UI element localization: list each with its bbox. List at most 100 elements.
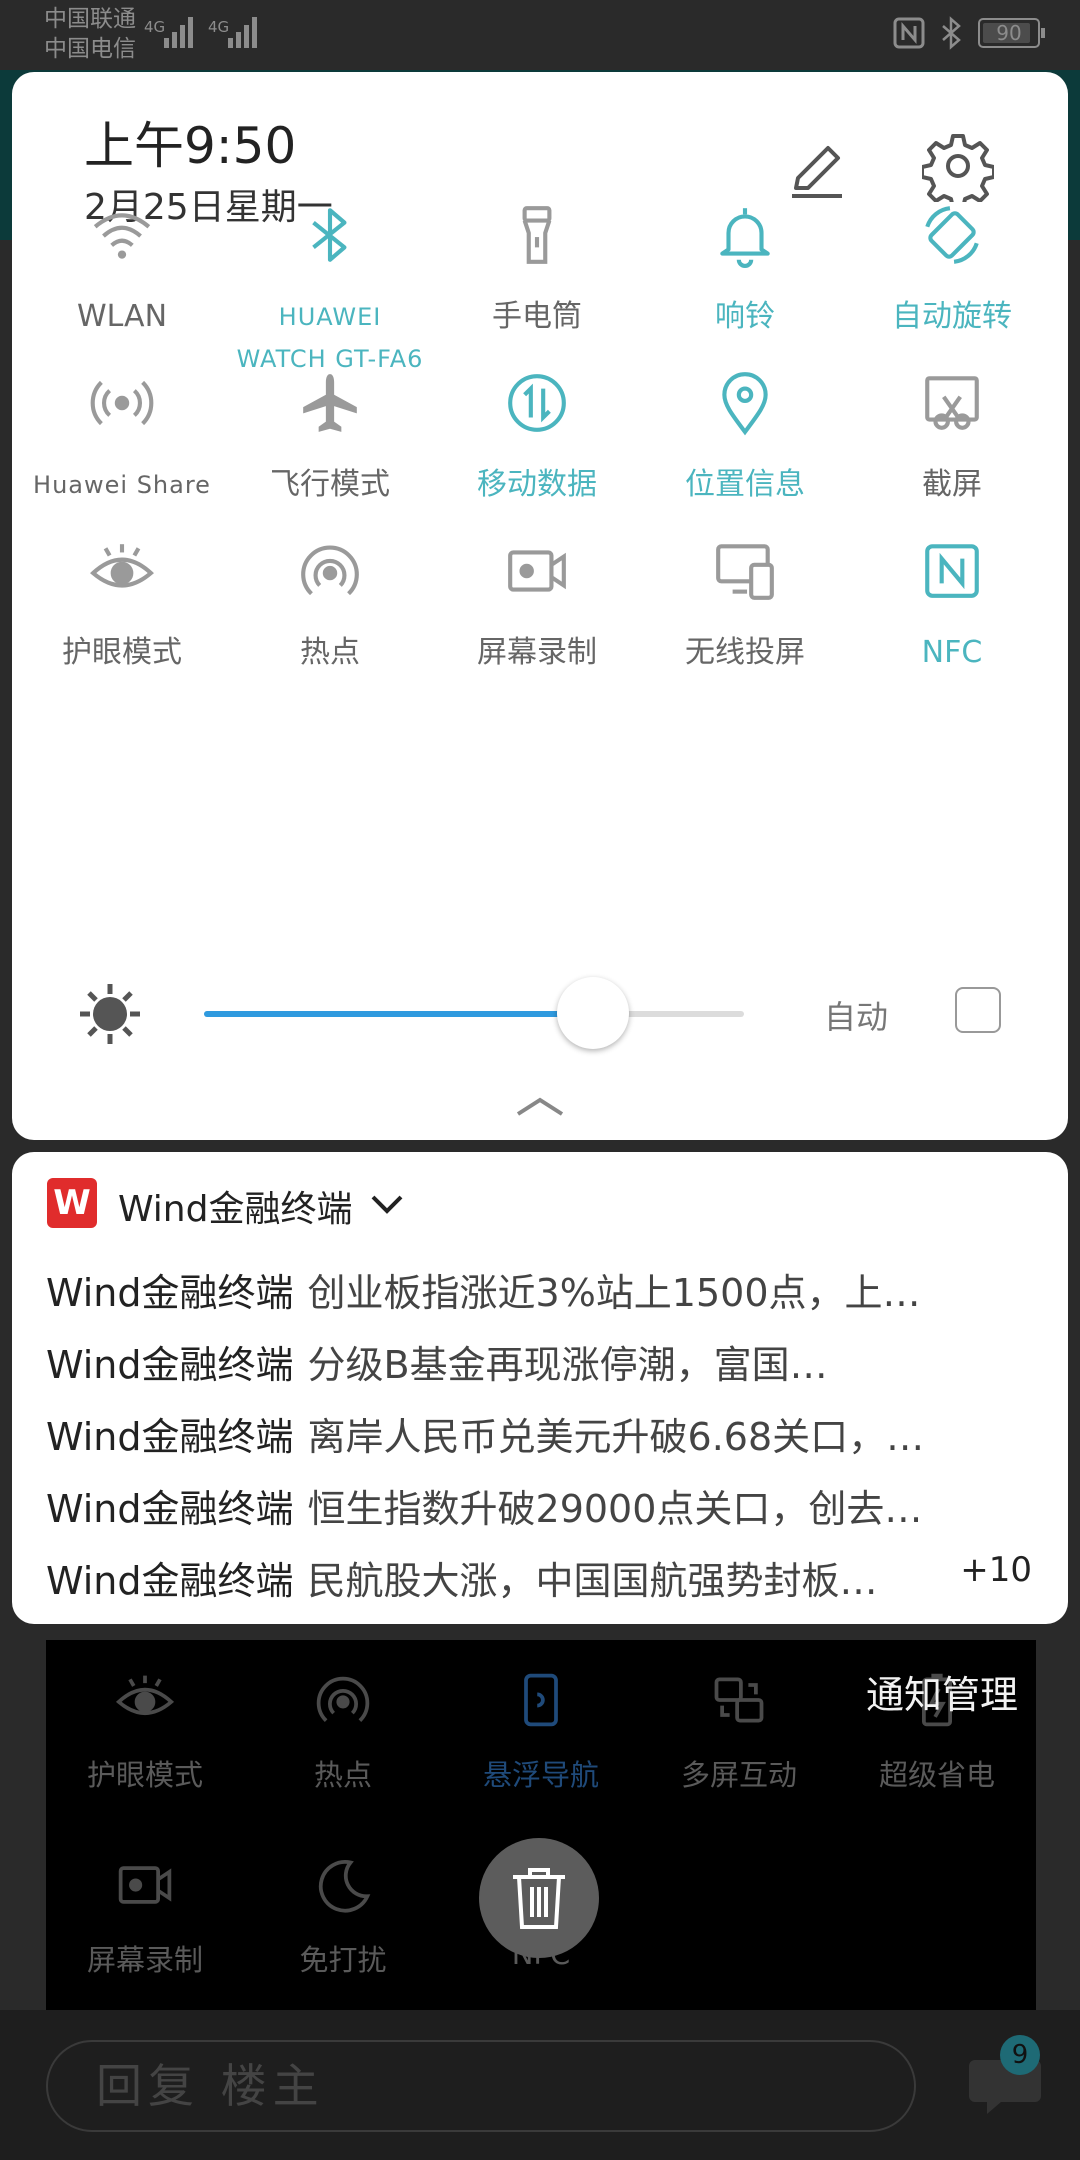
- nfc-status-icon: [893, 17, 925, 49]
- tile-flashlight[interactable]: 手电筒: [437, 202, 637, 338]
- background-tile-floating-nav: 悬浮导航: [442, 1640, 640, 1820]
- trash-icon: [513, 1868, 565, 1929]
- tile-auto-rotate[interactable]: 自动旋转: [852, 202, 1052, 338]
- more-notifications-count: +10: [960, 1550, 1032, 1590]
- bluetooth-icon: [312, 208, 347, 262]
- airplane-icon: [303, 374, 357, 432]
- tile-bell[interactable]: 响铃: [645, 202, 845, 338]
- chat-badge: 9: [1000, 2035, 1040, 2075]
- tile-label: NFC: [921, 635, 983, 670]
- battery-level: 90: [996, 21, 1022, 45]
- gear-icon[interactable]: [922, 130, 994, 202]
- flashlight-icon: [522, 206, 552, 264]
- eye-icon: [90, 544, 154, 588]
- status-bar: 中国联通 中国电信 4G 4G 90: [0, 0, 1080, 70]
- tile-airplane[interactable]: 飞行模式: [230, 370, 430, 506]
- background-tile-label: 护眼模式: [86, 1758, 203, 1792]
- wireless-projection-icon: [716, 544, 774, 600]
- tile-mobile-data[interactable]: 移动数据: [437, 370, 637, 506]
- tile-label: 自动旋转: [892, 299, 1012, 334]
- tile-location[interactable]: 位置信息: [645, 370, 845, 506]
- tile-label: 护眼模式: [62, 635, 182, 670]
- floating-nav-icon: [524, 1673, 558, 1727]
- hotspot-icon: [301, 545, 359, 596]
- screenshot-icon: [925, 376, 979, 430]
- background-tile-label: 免打扰: [299, 1943, 387, 1977]
- tile-bluetooth[interactable]: HUAWEI WATCH GT-FA6: [230, 202, 430, 380]
- quick-settings-panel: 上午9:50 2月25日星期一 WLAN HUAWEI WATCH GT-FA6 手…: [12, 72, 1068, 1140]
- tile-huawei-share[interactable]: Huawei Share: [22, 370, 222, 506]
- chevron-down-icon[interactable]: [367, 1184, 407, 1224]
- bell-icon: [720, 208, 770, 268]
- notification-item[interactable]: Wind金融终端 离岸人民币兑美元升破6.68关口，…: [46, 1406, 1046, 1461]
- notification-text: 民航股大涨，中国国航强势封板…: [307, 1559, 878, 1603]
- background-tile-screen-record: 屏幕录制: [46, 1825, 244, 2005]
- background-tile-label: 悬浮导航: [482, 1758, 599, 1792]
- tile-wifi[interactable]: WLAN: [22, 202, 222, 338]
- tile-label: 无线投屏: [685, 635, 805, 670]
- auto-brightness-checkbox[interactable]: [955, 987, 1001, 1033]
- bluetooth-status-icon: [942, 16, 961, 50]
- notification-text: 离岸人民币兑美元升破6.68关口，…: [307, 1415, 925, 1459]
- brightness-icon: [80, 984, 140, 1044]
- notification-item[interactable]: Wind金融终端 分级B基金再现涨停潮，富国…: [46, 1334, 1046, 1389]
- wifi-icon: [93, 213, 151, 259]
- hotspot-icon: [316, 1676, 370, 1722]
- notification-source: Wind金融终端: [46, 1487, 294, 1531]
- background-tile-moon: 免打扰: [244, 1825, 442, 2005]
- reply-input[interactable]: 回复 楼主: [46, 2040, 916, 2132]
- background-tile-label: 屏幕录制: [86, 1943, 203, 1977]
- background-tile-label: 超级省电: [878, 1758, 995, 1792]
- screen-record-icon: [118, 1866, 172, 1904]
- tile-wireless-projection[interactable]: 无线投屏: [645, 538, 845, 674]
- notification-item[interactable]: Wind金融终端 民航股大涨，中国国航强势封板…: [46, 1550, 1046, 1605]
- notification-text: 创业板指涨近3%站上1500点，上…: [307, 1271, 921, 1315]
- tile-hotspot[interactable]: 热点: [230, 538, 430, 674]
- tile-label: WLAN: [76, 299, 168, 334]
- multi-screen-icon: [714, 1677, 764, 1723]
- location-icon: [722, 372, 768, 436]
- notification-item[interactable]: Wind金融终端 创业板指涨近3%站上1500点，上…: [46, 1262, 1046, 1317]
- tile-screen-record[interactable]: 屏幕录制: [437, 538, 637, 674]
- notification-group[interactable]: W Wind金融终端 Wind金融终端 创业板指涨近3%站上1500点，上… Win…: [12, 1152, 1068, 1624]
- notification-text: 恒生指数升破29000点关口，创去…: [307, 1487, 923, 1531]
- tile-label: 热点: [300, 635, 360, 670]
- tile-label: 手电筒: [492, 299, 582, 334]
- tile-label: 截屏: [922, 467, 982, 502]
- tile-nfc[interactable]: NFC: [852, 538, 1052, 674]
- background-tile-multi-screen: 多屏互动: [640, 1640, 838, 1820]
- auto-rotate-icon: [925, 206, 979, 264]
- notification-manage-button[interactable]: 通知管理: [866, 1664, 1018, 1719]
- tile-label: 飞行模式: [270, 467, 390, 502]
- notification-source: Wind金融终端: [46, 1559, 294, 1603]
- notification-source: Wind金融终端: [46, 1415, 294, 1459]
- notification-text: 分级B基金再现涨停潮，富国…: [307, 1343, 828, 1387]
- tile-label: 移动数据: [477, 467, 597, 502]
- brightness-slider-fill: [204, 1011, 593, 1017]
- tile-eye[interactable]: 护眼模式: [22, 538, 222, 674]
- notification-app-name: Wind金融终端: [118, 1189, 353, 1230]
- wind-app-icon: W: [47, 1178, 97, 1228]
- nfc-icon: [925, 544, 979, 598]
- auto-brightness-label: 自动: [824, 998, 889, 1036]
- eye-icon: [115, 1675, 175, 1715]
- notification-source: Wind金融终端: [46, 1343, 294, 1387]
- background-tile-label: 多屏互动: [680, 1758, 797, 1792]
- clear-notifications-button[interactable]: [479, 1838, 599, 1958]
- chevron-up-icon[interactable]: [512, 1092, 568, 1122]
- battery-indicator: 90: [978, 18, 1045, 48]
- clock: 上午9:50: [84, 117, 297, 175]
- screen-record-icon: [508, 550, 566, 592]
- moon-icon: [318, 1860, 371, 1913]
- brightness-slider[interactable]: [204, 977, 744, 1049]
- background-tile-label: 热点: [313, 1758, 372, 1792]
- edit-icon[interactable]: [782, 136, 850, 204]
- tile-label: HUAWEI WATCH GT-FA6: [236, 303, 424, 373]
- huawei-share-icon: [90, 380, 154, 426]
- tile-screenshot[interactable]: 截屏: [852, 370, 1052, 506]
- brightness-slider-thumb[interactable]: [556, 977, 629, 1049]
- notification-item[interactable]: Wind金融终端 恒生指数升破29000点关口，创去…: [46, 1478, 1046, 1533]
- signal-icon: [164, 17, 193, 48]
- notification-source: Wind金融终端: [46, 1271, 294, 1315]
- signal-icon-2: [228, 17, 257, 48]
